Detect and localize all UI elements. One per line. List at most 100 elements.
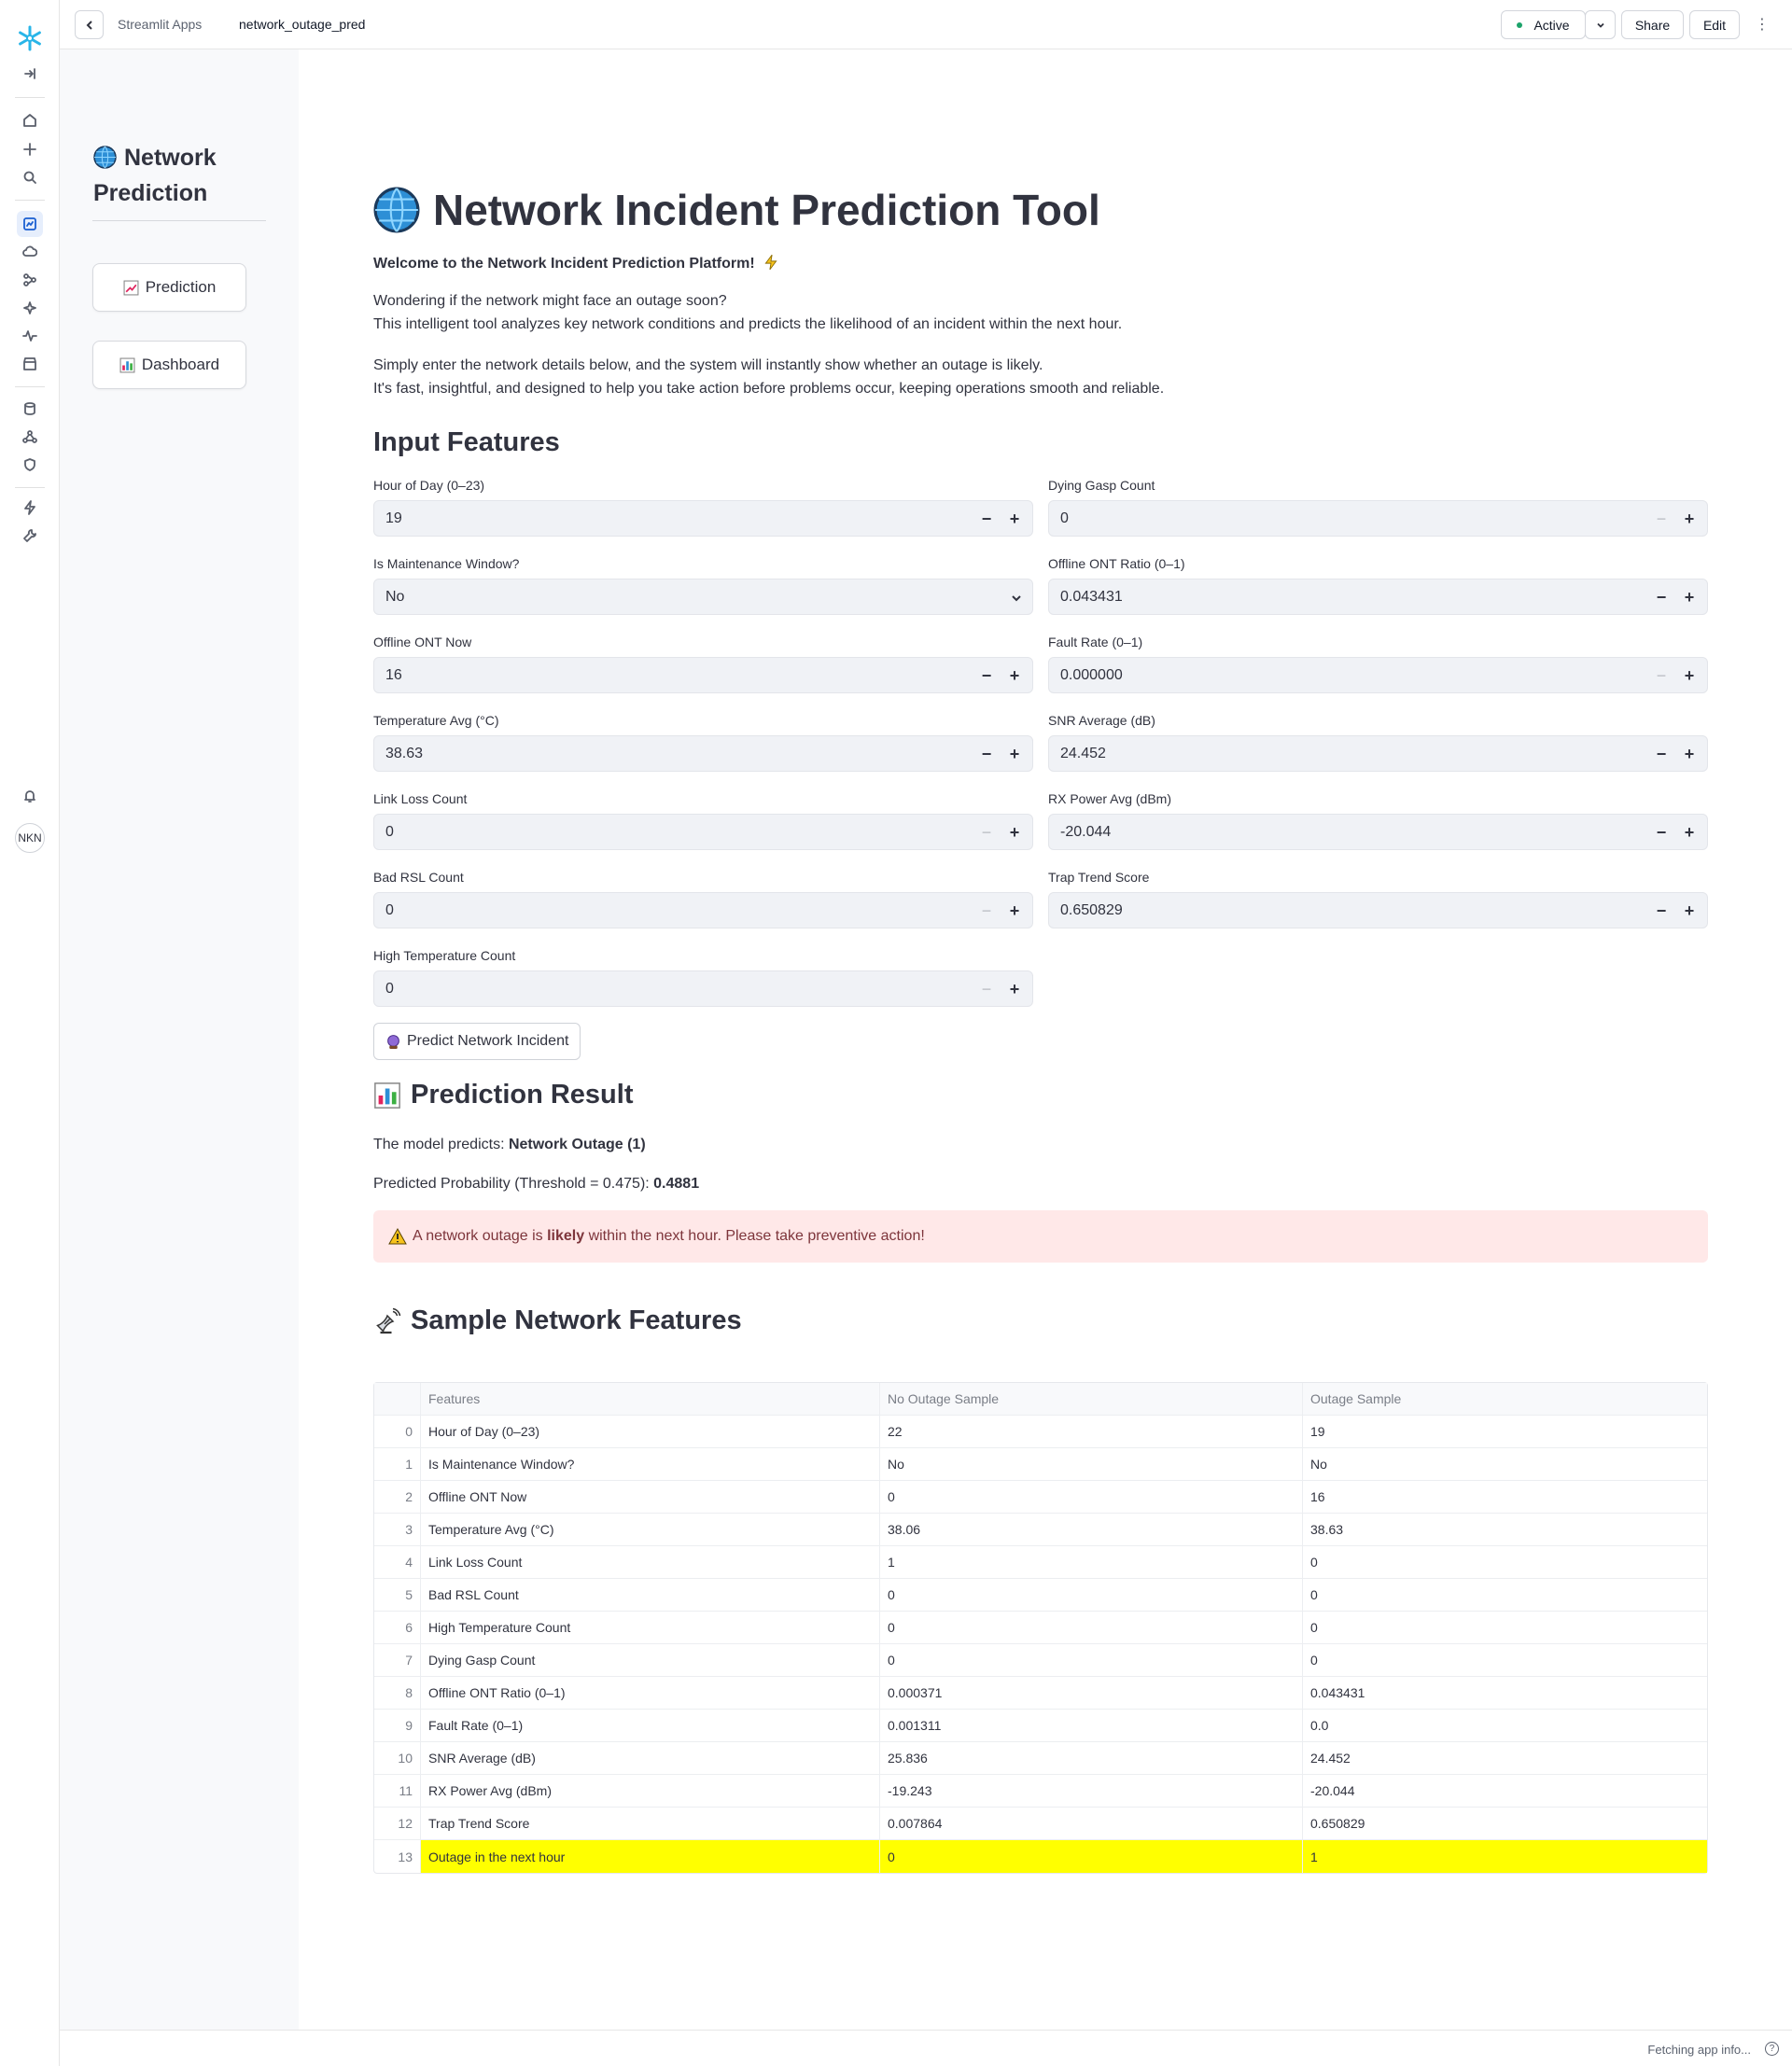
- bad-rsl-value[interactable]: 0: [385, 902, 394, 919]
- table-cell[interactable]: Temperature Avg (°C): [421, 1514, 880, 1545]
- predict-button[interactable]: Predict Network Incident: [373, 1023, 581, 1060]
- table-cell[interactable]: 0: [880, 1481, 1303, 1513]
- hour-decrement-button[interactable]: −: [973, 506, 1000, 532]
- table-cell[interactable]: -20.044: [1303, 1775, 1707, 1807]
- table-cell[interactable]: 0.007864: [880, 1808, 1303, 1839]
- notifications-bell-icon[interactable]: [17, 783, 43, 809]
- offline-now-decrement-button[interactable]: −: [973, 663, 1000, 689]
- link-loss-input[interactable]: 0 − +: [373, 814, 1033, 850]
- offline-ratio-increment-button[interactable]: +: [1676, 584, 1702, 610]
- table-cell[interactable]: SNR Average (dB): [421, 1742, 880, 1774]
- table-cell[interactable]: Link Loss Count: [421, 1546, 880, 1578]
- table-cell[interactable]: 0.043431: [1303, 1677, 1707, 1709]
- table-cell[interactable]: 0: [1303, 1612, 1707, 1643]
- link-loss-value[interactable]: 0: [385, 824, 394, 841]
- temp-avg-increment-button[interactable]: +: [1001, 741, 1028, 767]
- table-cell[interactable]: Fault Rate (0–1): [421, 1710, 880, 1741]
- snr-input[interactable]: 24.452 − +: [1048, 735, 1708, 772]
- trap-trend-increment-button[interactable]: +: [1676, 898, 1702, 924]
- admin-tools-icon[interactable]: [17, 523, 43, 549]
- table-cell[interactable]: 0.000371: [880, 1677, 1303, 1709]
- temp-avg-value[interactable]: 38.63: [385, 746, 423, 762]
- trap-trend-input[interactable]: 0.650829 − +: [1048, 892, 1708, 928]
- rx-power-decrement-button[interactable]: −: [1648, 819, 1674, 845]
- status-dropdown-button[interactable]: [1585, 10, 1616, 39]
- table-cell[interactable]: Bad RSL Count: [421, 1579, 880, 1611]
- nav-prediction-button[interactable]: Prediction: [92, 263, 246, 312]
- table-cell[interactable]: High Temperature Count: [421, 1612, 880, 1643]
- offline-now-input[interactable]: 16 − +: [373, 657, 1033, 693]
- table-cell[interactable]: 24.452: [1303, 1742, 1707, 1774]
- table-cell[interactable]: 0: [880, 1612, 1303, 1643]
- dying-gasp-value[interactable]: 0: [1060, 510, 1069, 527]
- hour-increment-button[interactable]: +: [1001, 506, 1028, 532]
- temp-avg-input[interactable]: 38.63 − +: [373, 735, 1033, 772]
- share-button[interactable]: Share: [1621, 10, 1684, 39]
- rx-power-value[interactable]: -20.044: [1060, 824, 1111, 841]
- table-cell[interactable]: 22: [880, 1416, 1303, 1447]
- dying-gasp-input[interactable]: 0 − +: [1048, 500, 1708, 537]
- bad-rsl-input[interactable]: 0 − +: [373, 892, 1033, 928]
- search-icon[interactable]: [17, 164, 43, 190]
- column-header[interactable]: Features: [421, 1383, 880, 1415]
- table-cell[interactable]: Offline ONT Ratio (0–1): [421, 1677, 880, 1709]
- lightning-icon[interactable]: [17, 495, 43, 521]
- table-cell[interactable]: 0: [1303, 1644, 1707, 1676]
- share-data-icon[interactable]: [17, 424, 43, 450]
- table-cell[interactable]: 0.650829: [1303, 1808, 1707, 1839]
- offline-now-increment-button[interactable]: +: [1001, 663, 1028, 689]
- temp-avg-decrement-button[interactable]: −: [973, 741, 1000, 767]
- connections-icon[interactable]: [17, 267, 43, 293]
- hour-input[interactable]: 19 − +: [373, 500, 1033, 537]
- table-cell[interactable]: Offline ONT Now: [421, 1481, 880, 1513]
- rx-power-input[interactable]: -20.044 − +: [1048, 814, 1708, 850]
- hour-value[interactable]: 19: [385, 510, 402, 527]
- table-cell[interactable]: Dying Gasp Count: [421, 1644, 880, 1676]
- monitoring-icon[interactable]: [17, 323, 43, 349]
- plus-icon[interactable]: [17, 136, 43, 162]
- expand-sidebar-icon[interactable]: [17, 61, 43, 87]
- table-cell[interactable]: 1: [880, 1546, 1303, 1578]
- column-header[interactable]: Outage Sample: [1303, 1383, 1707, 1415]
- offline-now-value[interactable]: 16: [385, 667, 402, 684]
- snr-decrement-button[interactable]: −: [1648, 741, 1674, 767]
- breadcrumb-parent[interactable]: Streamlit Apps: [118, 17, 202, 32]
- link-loss-decrement-button[interactable]: −: [973, 819, 1000, 845]
- fault-rate-value[interactable]: 0.000000: [1060, 667, 1123, 684]
- table-cell[interactable]: Trap Trend Score: [421, 1808, 880, 1839]
- trap-trend-value[interactable]: 0.650829: [1060, 902, 1123, 919]
- rx-power-increment-button[interactable]: +: [1676, 819, 1702, 845]
- high-temp-value[interactable]: 0: [385, 981, 394, 998]
- snr-value[interactable]: 24.452: [1060, 746, 1106, 762]
- offline-ratio-decrement-button[interactable]: −: [1648, 584, 1674, 610]
- table-cell[interactable]: 19: [1303, 1416, 1707, 1447]
- offline-ratio-input[interactable]: 0.043431 − +: [1048, 579, 1708, 615]
- data-cloud-icon[interactable]: [17, 239, 43, 265]
- table-cell[interactable]: -19.243: [880, 1775, 1303, 1807]
- snowflake-logo-icon[interactable]: [15, 23, 45, 53]
- ai-sparkle-icon[interactable]: [17, 295, 43, 321]
- table-cell[interactable]: No: [1303, 1448, 1707, 1480]
- link-loss-increment-button[interactable]: +: [1001, 819, 1028, 845]
- nav-dashboard-button[interactable]: Dashboard: [92, 341, 246, 389]
- table-cell[interactable]: 38.06: [880, 1514, 1303, 1545]
- table-cell[interactable]: 0: [1303, 1546, 1707, 1578]
- maintenance-select[interactable]: No: [373, 579, 1033, 615]
- table-cell[interactable]: 0: [880, 1579, 1303, 1611]
- table-cell[interactable]: 0: [1303, 1579, 1707, 1611]
- database-icon[interactable]: [17, 396, 43, 422]
- table-cell[interactable]: 25.836: [880, 1742, 1303, 1774]
- back-button[interactable]: [75, 10, 104, 39]
- table-cell[interactable]: Hour of Day (0–23): [421, 1416, 880, 1447]
- table-cell[interactable]: Is Maintenance Window?: [421, 1448, 880, 1480]
- fault-rate-input[interactable]: 0.000000 − +: [1048, 657, 1708, 693]
- table-cell[interactable]: RX Power Avg (dBm): [421, 1775, 880, 1807]
- dying-gasp-decrement-button[interactable]: −: [1648, 506, 1674, 532]
- bad-rsl-increment-button[interactable]: +: [1001, 898, 1028, 924]
- fault-rate-increment-button[interactable]: +: [1676, 663, 1702, 689]
- table-cell[interactable]: Outage in the next hour: [421, 1840, 880, 1873]
- help-icon[interactable]: ?: [1765, 2042, 1779, 2056]
- more-options-icon[interactable]: ⋮: [1753, 13, 1771, 35]
- projects-icon[interactable]: [17, 211, 43, 237]
- user-avatar[interactable]: NKN: [15, 823, 45, 853]
